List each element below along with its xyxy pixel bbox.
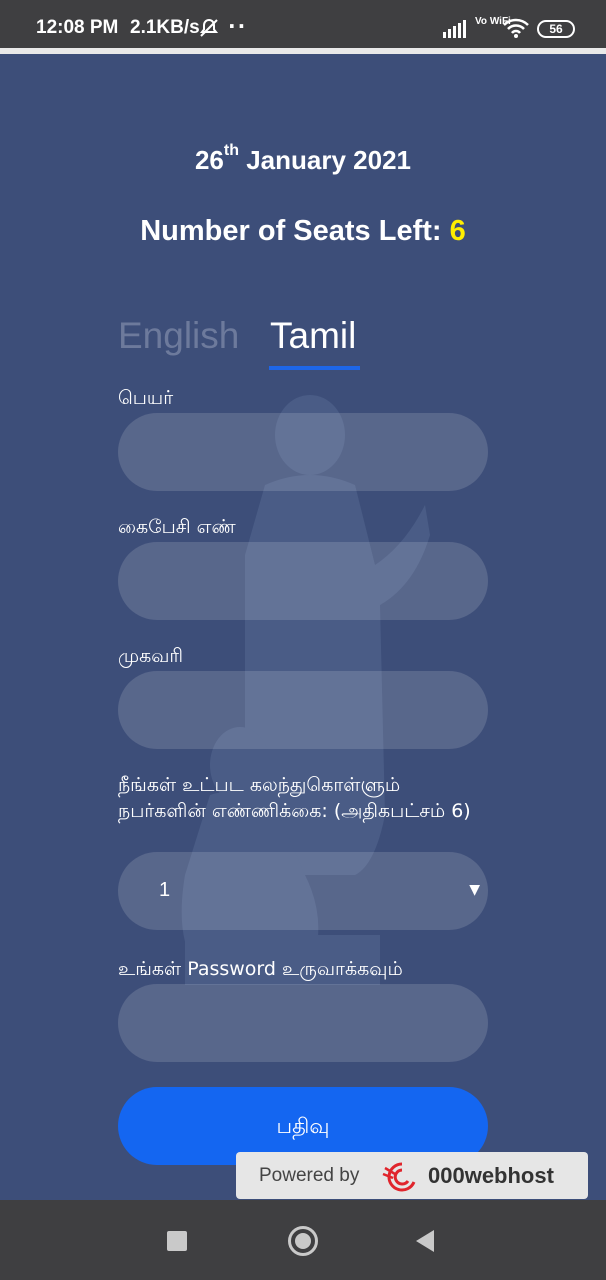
webhost-name: 000webhost [428,1163,554,1188]
more-notifications-dots: ·· [228,14,248,38]
notification-muted-icon [198,17,220,43]
phone-input[interactable] [118,542,488,620]
recents-button[interactable] [167,1231,187,1251]
seats-left: Number of Seats Left: 6 [0,215,606,248]
wifi-icon [503,18,529,42]
password-label: உங்கள் Password உருவாக்கவும் [118,958,403,980]
back-button[interactable] [416,1230,434,1252]
active-tab-indicator [269,366,360,370]
date-suffix: th [223,142,239,160]
date-month-year: January 2021 [239,145,412,175]
seats-left-count: 6 [449,215,466,247]
powered-by-badge[interactable]: Powered by 000webhost [236,1152,588,1199]
attendees-label: நீங்கள் உட்பட கலந்துகொள்ளும் நபர்களின் எ… [118,774,471,822]
cell-signal-icon [443,20,467,42]
tab-english[interactable]: English [118,315,239,357]
phone-label: கைபேசி எண் [118,516,236,538]
system-nav-bar [0,1200,606,1280]
network-speed: 2.1KB/s [130,17,200,38]
status-time: 12:08 PM [36,17,119,38]
battery-indicator: 56 [537,20,575,38]
attendees-selected-value: 1 [159,879,171,901]
dropdown-arrow-icon: ▼ [469,882,480,898]
date-day: 26 [194,145,224,175]
status-bar: 12:08 PM 2.1KB/s ·· Vo WiFi 56 [0,0,606,48]
tab-tamil[interactable]: Tamil [270,315,356,357]
webhost-logo-icon [381,1160,423,1197]
address-input[interactable] [118,671,488,749]
password-input[interactable] [118,984,488,1062]
event-date: 26th January 2021 [0,142,606,176]
attendees-select[interactable]: 1 ▼ [118,852,488,930]
seats-left-label: Number of Seats Left: [140,215,450,247]
name-input[interactable] [118,413,488,491]
powered-by-label: Powered by [259,1165,360,1186]
name-label: பெயர் [118,387,174,409]
address-label: முகவரி [118,645,184,667]
browser-progress-strip [0,48,606,54]
home-button[interactable] [288,1226,318,1256]
